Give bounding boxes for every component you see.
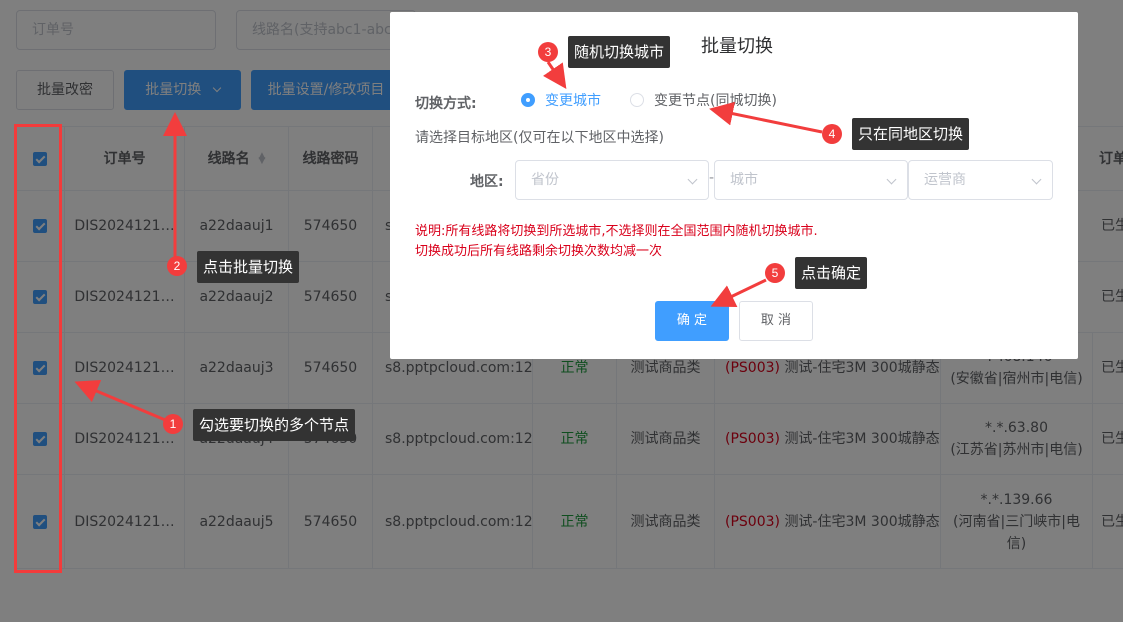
step-tip-3: 随机切换城市: [568, 36, 671, 68]
step-badge-3: 3: [538, 42, 558, 62]
arrow-1: [74, 379, 171, 424]
step-tip-2: 点击批量切换: [197, 251, 300, 283]
arrow-4: [709, 101, 823, 134]
arrow-5: [710, 278, 767, 308]
step-badge-2: 2: [167, 256, 187, 276]
annotation-arrows: [74, 61, 823, 424]
step-tip-4: 只在同地区切换: [852, 118, 970, 150]
step-badge-4: 4: [822, 124, 842, 144]
step-tip-5: 点击确定: [795, 257, 868, 289]
step-badge-1: 1: [163, 414, 183, 434]
step-tip-1: 勾选要切换的多个节点: [193, 409, 356, 441]
arrow-3: [542, 61, 567, 89]
step-badge-5: 5: [765, 263, 785, 283]
